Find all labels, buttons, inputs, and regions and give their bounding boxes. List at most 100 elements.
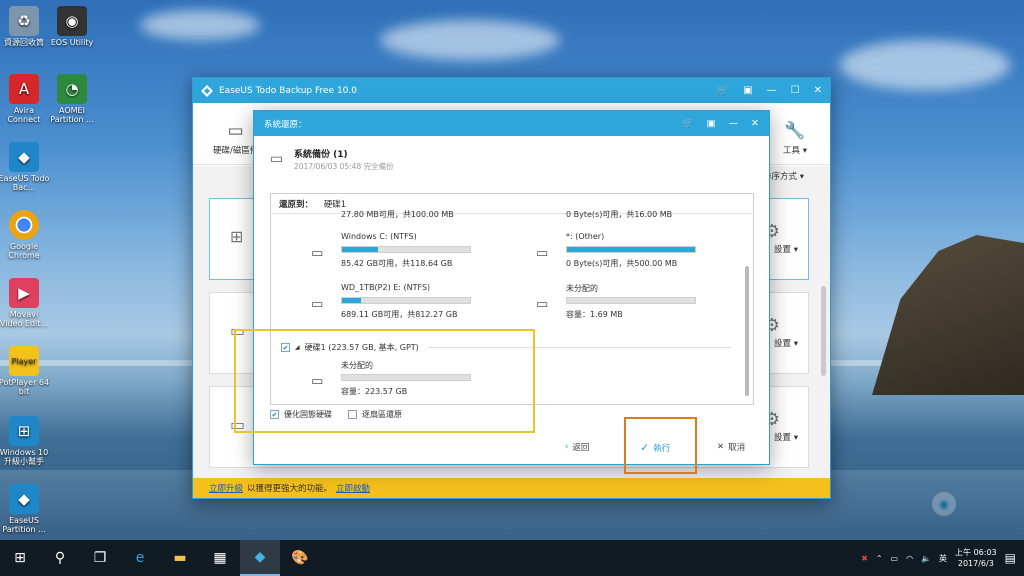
clock-time: 上午 06:03 bbox=[955, 548, 997, 557]
cloud bbox=[380, 20, 560, 60]
wrench-icon: 🔧 bbox=[784, 121, 806, 141]
scrollbar[interactable] bbox=[821, 286, 826, 376]
desktop-icon-avira[interactable]: A Avira Connect bbox=[0, 74, 50, 124]
volume-icon[interactable]: 🔈 bbox=[921, 554, 931, 563]
task-view-icon[interactable]: ❐ bbox=[80, 540, 120, 576]
fullscreen-icon[interactable]: ▣ bbox=[707, 118, 716, 129]
footer-text: 以獲得更強大的功能。 bbox=[247, 484, 333, 494]
scrollbar[interactable] bbox=[745, 266, 749, 396]
desktop-icon-label: PotPlayer 64 bit bbox=[0, 378, 50, 396]
activate-link[interactable]: 立即啟動 bbox=[336, 482, 370, 494]
edge-icon[interactable]: e bbox=[120, 540, 160, 576]
desktop-icon-easeus-partition[interactable]: ◆ EaseUS Partition ... bbox=[0, 484, 50, 534]
backup-name: 系統備份 (1) bbox=[294, 150, 348, 160]
clock[interactable]: 上午 06:03 2017/6/3 bbox=[955, 547, 997, 569]
movavi-icon: ▶ bbox=[9, 278, 39, 308]
clock-date: 2017/6/3 bbox=[957, 559, 994, 568]
aomei-icon: ◔ bbox=[57, 74, 87, 104]
cancel-button[interactable]: ✕ 取消 bbox=[717, 441, 745, 453]
desktop-icon-label: EaseUS Todo Bac... bbox=[0, 174, 50, 192]
desktop-icon-easeus-todo[interactable]: ◆ EaseUS Todo Bac... bbox=[0, 142, 50, 192]
close-icon: ✕ bbox=[717, 442, 725, 452]
highlight-box-orange bbox=[624, 417, 697, 474]
avira-icon: A bbox=[9, 74, 39, 104]
usage-bar-fill bbox=[342, 247, 378, 252]
toolbar-disk-backup[interactable]: ▭ 硬碟/磁區備 bbox=[213, 121, 258, 156]
desktop-icon-label: EOS Utility bbox=[50, 38, 94, 47]
easeus-partition-icon: ◆ bbox=[9, 484, 39, 514]
app-title-bar: EaseUS Todo Backup Free 10.0 🛒 ▣ — ☐ ✕ bbox=[193, 78, 830, 103]
usage-bar bbox=[566, 246, 696, 253]
back-button-label: 返回 bbox=[572, 443, 590, 453]
easeus-taskbar-icon[interactable]: ◆ bbox=[240, 540, 280, 576]
ime-indicator[interactable]: 英 bbox=[939, 553, 947, 564]
card-settings-label[interactable]: 設置 ▾ bbox=[774, 337, 798, 349]
close-button[interactable]: ✕ bbox=[751, 118, 759, 129]
desktop-icon-movavi[interactable]: ▶ Movavi Video Edit... bbox=[0, 278, 50, 328]
hard-disk-icon: ▭ bbox=[311, 246, 324, 261]
file-explorer-icon[interactable]: ▬ bbox=[160, 540, 200, 576]
partition-name: WD_1TB(P2) E: (NTFS) bbox=[341, 283, 431, 292]
headland bbox=[872, 235, 1024, 395]
paint-icon[interactable]: 🎨 bbox=[280, 540, 320, 576]
chevron-left-icon: ‹ bbox=[565, 442, 569, 452]
card-settings-label[interactable]: 設置 ▾ bbox=[774, 431, 798, 443]
usage-bar-fill bbox=[567, 247, 695, 252]
usage-bar bbox=[341, 246, 471, 253]
system-tray: ✖ ⌃ ▭ ◠ 🔈 英 上午 06:03 2017/6/3 ▤ bbox=[861, 547, 1024, 569]
desktop-icon-eos-utility[interactable]: ◉ EOS Utility bbox=[46, 6, 98, 47]
battery-icon[interactable]: ▭ bbox=[891, 554, 899, 563]
upgrade-link[interactable]: 立即升級 bbox=[209, 482, 243, 494]
fullscreen-icon[interactable]: ▣ bbox=[743, 85, 752, 96]
clipped-partition-info: 0 Byte(s)可用，共16.00 MB bbox=[566, 210, 673, 219]
toolbar-tools[interactable]: 🔧 工具 ▾ bbox=[783, 121, 807, 156]
dialog-window-controls: 🛒 ▣ — ✕ bbox=[682, 118, 759, 129]
clipped-partition-info: 27.80 MB可用，共100.00 MB bbox=[341, 210, 454, 219]
desktop-icon-aomei[interactable]: ◔ AOMEI Partition ... bbox=[46, 74, 98, 124]
recycle-bin-icon: ♻ bbox=[9, 6, 39, 36]
dialog-title: 系統還原： bbox=[264, 119, 307, 130]
partition-info: 85.42 GB可用，共118.64 GB bbox=[341, 259, 453, 268]
close-button[interactable]: ✕ bbox=[814, 85, 822, 96]
desktop-icon-label: Avira Connect bbox=[7, 106, 41, 124]
desktop-icon-chrome[interactable]: Google Chrome bbox=[0, 210, 50, 260]
cloud bbox=[140, 10, 260, 40]
windows-icon: ⊞ bbox=[230, 227, 244, 246]
windows-icon: ⊞ bbox=[9, 416, 39, 446]
desktop-icon-label: Windows 10 升級小幫手 bbox=[0, 448, 49, 466]
hard-disk-icon: ▭ bbox=[536, 246, 549, 261]
cart-icon[interactable]: 🛒 bbox=[717, 85, 729, 96]
notification-icon[interactable]: ▤ bbox=[1005, 551, 1016, 565]
desktop-icon-potplayer[interactable]: Player PotPlayer 64 bit bbox=[0, 346, 50, 396]
desktop-icon-windows10-upgrade[interactable]: ⊞ Windows 10 升級小幫手 bbox=[0, 416, 50, 466]
hard-disk-icon: ▭ bbox=[227, 121, 244, 141]
minimize-button[interactable]: — bbox=[767, 85, 777, 96]
dialog-title-bar: 系統還原： 🛒 ▣ — ✕ bbox=[254, 111, 769, 136]
camera-icon: ◉ bbox=[57, 6, 87, 36]
potplayer-icon: Player bbox=[9, 346, 39, 376]
start-button[interactable]: ⊞ bbox=[0, 540, 40, 576]
cart-icon[interactable]: 🛒 bbox=[682, 118, 694, 129]
partition-info: 0 Byte(s)可用，共500.00 MB bbox=[566, 259, 678, 268]
card-settings-label[interactable]: 設置 ▾ bbox=[774, 243, 798, 255]
highlight-box-yellow bbox=[234, 329, 535, 433]
usage-bar bbox=[566, 297, 696, 304]
maximize-button[interactable]: ☐ bbox=[791, 85, 800, 96]
desktop-icon-label: EaseUS Partition ... bbox=[2, 516, 46, 534]
desktop-icon-recycle-bin[interactable]: ♻ 資源回收筒 bbox=[0, 6, 50, 47]
desktop-icon-label: AOMEI Partition ... bbox=[50, 106, 94, 124]
usage-bar-fill bbox=[342, 298, 362, 303]
store-icon[interactable]: ▦ bbox=[200, 540, 240, 576]
hard-disk-icon: ▭ bbox=[536, 297, 549, 312]
chevron-up-icon[interactable]: ⌃ bbox=[876, 554, 883, 563]
watermark-logo: ◉ bbox=[932, 492, 956, 516]
minimize-button[interactable]: — bbox=[729, 118, 739, 129]
wifi-icon[interactable]: ◠ bbox=[906, 554, 913, 563]
taskbar: ⊞ ⚲ ❐ e ▬ ▦ ◆ 🎨 ✖ ⌃ ▭ ◠ 🔈 英 上午 06:03 201… bbox=[0, 540, 1024, 576]
network-error-icon[interactable]: ✖ bbox=[861, 554, 868, 563]
back-button[interactable]: ‹ 返回 bbox=[565, 441, 589, 453]
app-logo-icon bbox=[201, 84, 213, 97]
search-icon[interactable]: ⚲ bbox=[40, 540, 80, 576]
backup-date: 2017/06/03 05:48 完全備份 bbox=[294, 162, 394, 171]
partition-name: Windows C: (NTFS) bbox=[341, 232, 417, 241]
